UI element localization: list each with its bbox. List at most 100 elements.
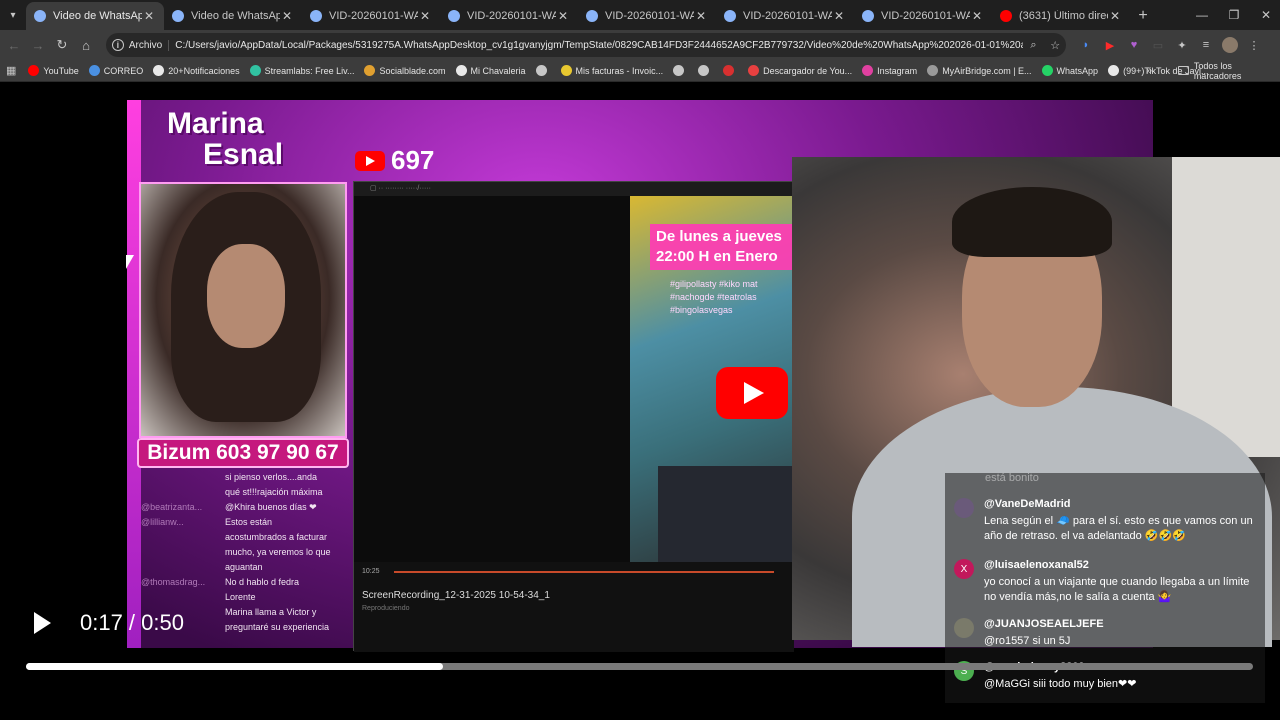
- close-tab-icon[interactable]: ✕: [142, 9, 156, 23]
- close-tab-icon[interactable]: ✕: [970, 9, 984, 23]
- bookmark-label: WhatsApp: [1056, 65, 1099, 76]
- site-info-icon[interactable]: i: [112, 39, 124, 51]
- recording-track: [394, 571, 774, 573]
- bookmark-star-icon[interactable]: ☆: [1044, 39, 1066, 52]
- browser-tab[interactable]: Video de WhatsApp 2026✕: [164, 2, 302, 30]
- close-tab-icon[interactable]: ✕: [418, 9, 432, 23]
- promo-photo: [658, 466, 794, 576]
- close-tab-icon[interactable]: ✕: [832, 9, 846, 23]
- chat-message: Marina llama a Victor y: [225, 607, 317, 617]
- browser-tab[interactable]: VID-20260101-WA0013(1)✕: [578, 2, 716, 30]
- bookmark-item[interactable]: [723, 65, 738, 76]
- bookmark-item[interactable]: Descargador de You...: [748, 65, 852, 76]
- seek-bar[interactable]: [26, 663, 1253, 670]
- maximize-button[interactable]: ❐: [1218, 0, 1250, 30]
- chat-message: No d hablo d fedra: [225, 577, 300, 587]
- chat-username: [141, 530, 225, 545]
- home-button[interactable]: ⌂: [74, 33, 98, 57]
- forward-button[interactable]: →: [26, 33, 50, 57]
- minimize-button[interactable]: —: [1186, 0, 1218, 30]
- more-menu-icon[interactable]: ⋮: [1242, 33, 1266, 57]
- profile-avatar[interactable]: [1218, 33, 1242, 57]
- bookmark-item[interactable]: YouTube: [28, 65, 79, 76]
- reload-button[interactable]: ↻: [50, 33, 74, 57]
- bookmark-item[interactable]: [698, 65, 713, 76]
- close-window-button[interactable]: ✕: [1250, 0, 1280, 30]
- video-player[interactable]: Marina Esnal 697 Bizum 603 97 90 67 si p…: [0, 83, 1280, 720]
- mouse-cursor-icon: [126, 255, 134, 269]
- apps-grid-icon[interactable]: ▦: [6, 64, 16, 77]
- bookmark-favicon-icon: [560, 65, 572, 76]
- tab-search-button[interactable]: ▾: [0, 0, 26, 30]
- close-tab-icon[interactable]: ✕: [280, 9, 294, 23]
- bookmark-item[interactable]: Socialblade.com: [364, 65, 446, 76]
- extensions-puzzle-icon[interactable]: ✦: [1170, 33, 1194, 57]
- extension-icon[interactable]: ▭: [1146, 33, 1170, 57]
- extension-icon[interactable]: ◗: [1074, 33, 1098, 57]
- close-tab-icon[interactable]: ✕: [1108, 9, 1122, 23]
- browser-tab[interactable]: VID-20260101-WA0016(1)✕: [716, 2, 854, 30]
- new-tab-button[interactable]: +: [1130, 2, 1156, 30]
- bookmark-favicon-icon: [673, 65, 685, 76]
- youtube-extension-icon[interactable]: ▶: [1098, 33, 1122, 57]
- bookmark-item[interactable]: Streamlabs: Free Liv...: [249, 65, 355, 76]
- bookmark-item[interactable]: WhatsApp: [1041, 65, 1099, 76]
- face-shape: [207, 244, 285, 348]
- recording-time: 10:25: [362, 568, 380, 575]
- address-bar[interactable]: i Archivo C:/Users/javio/AppData/Local/P…: [106, 33, 1066, 57]
- youtube-count: 697: [391, 145, 435, 175]
- chat-message: qué st!!!rajación máxima: [225, 487, 323, 497]
- back-button[interactable]: ←: [2, 33, 26, 57]
- browser-tab[interactable]: (3631) Último directo del✕: [992, 2, 1130, 30]
- tab-title: VID-20260101-WA0013(1): [605, 10, 694, 22]
- play-button[interactable]: [30, 610, 54, 636]
- bookmark-item[interactable]: [535, 65, 551, 76]
- globe-icon: [724, 10, 736, 22]
- bookmark-label: Streamlabs: Free Liv...: [264, 65, 355, 76]
- youtube-icon: [1000, 10, 1012, 22]
- bookmark-item[interactable]: [673, 65, 688, 76]
- heart-extension-icon[interactable]: ♥: [1122, 33, 1146, 57]
- folder-icon: [1178, 66, 1189, 75]
- channel-brand: Marina Esnal: [167, 108, 283, 170]
- tab-strip: ▾ Video de WhatsApp 2026✕Video de WhatsA…: [0, 0, 1280, 30]
- bookmark-label: Descargador de You...: [763, 65, 853, 76]
- overlay-chat-text: @ro1557 si un 5J: [984, 635, 1071, 647]
- chat-username: [141, 545, 225, 560]
- tab-title: Video de WhatsApp 2026: [53, 10, 142, 22]
- bookmark-item[interactable]: Instagram: [862, 65, 917, 76]
- chat-username: [141, 590, 225, 605]
- bookmark-label: MyAirBridge.com | E...: [942, 65, 1032, 76]
- bookmark-item[interactable]: Mis facturas - Invoic...: [560, 65, 663, 76]
- zoom-icon[interactable]: ⌕: [1023, 39, 1045, 52]
- close-tab-icon[interactable]: ✕: [556, 9, 570, 23]
- browser-tab[interactable]: Video de WhatsApp 2026✕: [26, 2, 164, 30]
- chat-message: mucho, ya veremos lo que: [225, 547, 331, 557]
- browser-tab[interactable]: VID-20260101-WA0015(1)✕: [440, 2, 578, 30]
- globe-icon: [34, 10, 46, 22]
- tab-title: VID-20260101-WA0014(1): [329, 10, 418, 22]
- chat-line: @lillianw... Estos están: [141, 515, 361, 530]
- browser-tab[interactable]: VID-20260101-WA0017(1)✕: [854, 2, 992, 30]
- bookmark-item[interactable]: MyAirBridge.com | E...: [927, 65, 1032, 76]
- bizum-banner: Bizum 603 97 90 67: [137, 438, 349, 468]
- bookmark-item[interactable]: CORREO: [88, 65, 143, 76]
- chat-line: @thomasdrag... No d hablo d fedra: [141, 575, 361, 590]
- bookmark-favicon-icon: [862, 65, 874, 76]
- more-bookmarks-icon[interactable]: »: [1146, 65, 1152, 77]
- extensions-area: ◗ ▶ ♥ ▭ ✦ ≡ ⋮: [1074, 33, 1266, 57]
- bookmark-label: Socialblade.com: [379, 65, 446, 76]
- all-bookmarks-folder[interactable]: Todos los marcadores: [1178, 61, 1280, 81]
- menu-lines-icon[interactable]: ≡: [1194, 33, 1218, 57]
- bookmark-item[interactable]: Mi Chavaleria: [455, 65, 526, 76]
- browser-tab[interactable]: VID-20260101-WA0014(1)✕: [302, 2, 440, 30]
- bookmark-item[interactable]: 20+Notificaciones: [153, 65, 240, 76]
- hair-shape: [952, 187, 1112, 257]
- tab-title: Video de WhatsApp 2026: [191, 10, 280, 22]
- background-shelf: [1172, 157, 1280, 457]
- chat-message: Estos están: [225, 517, 273, 527]
- close-tab-icon[interactable]: ✕: [694, 9, 708, 23]
- url-text[interactable]: C:/Users/javio/AppData/Local/Packages/53…: [175, 40, 1022, 51]
- chat-message: si pienso verlos....anda: [225, 472, 318, 482]
- bookmark-favicon-icon: [723, 65, 735, 76]
